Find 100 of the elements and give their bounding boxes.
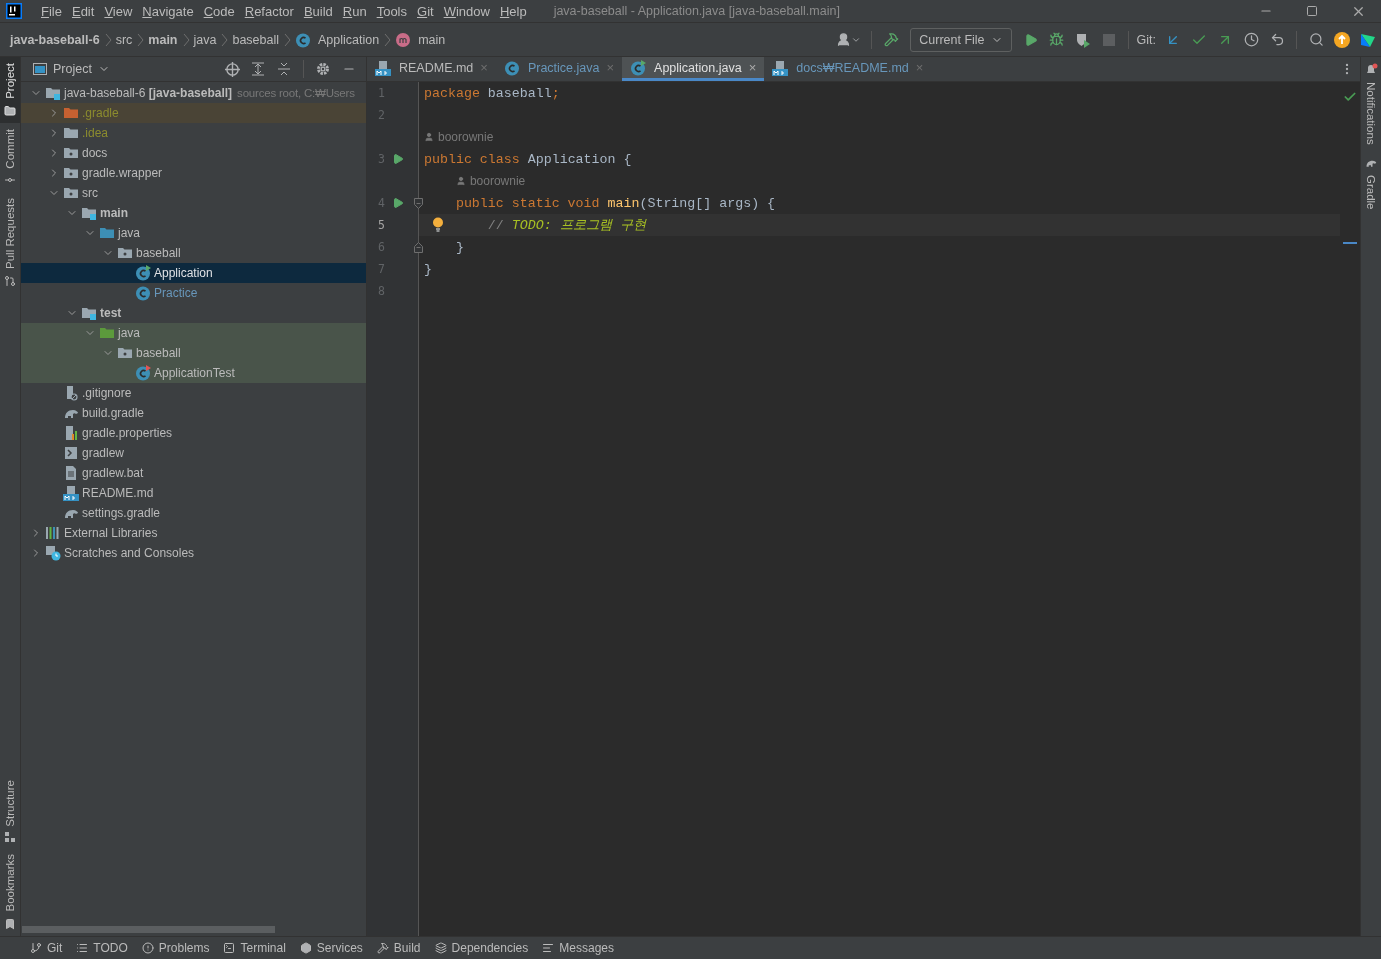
toolbox-logo xyxy=(1360,31,1376,48)
package-folder-icon xyxy=(117,345,133,361)
menu-item[interactable]: Code xyxy=(198,3,240,19)
menu-item[interactable]: Help xyxy=(494,3,532,19)
tree-item[interactable]: .idea xyxy=(21,123,366,143)
breadcrumb[interactable]: main xyxy=(148,32,178,47)
tool-window-button[interactable]: Messages xyxy=(538,937,624,959)
tool-window-button[interactable]: Terminal xyxy=(219,937,296,959)
markdown-file-icon xyxy=(772,59,789,76)
structure-icon xyxy=(5,832,15,843)
editor-tab[interactable]: README.md × xyxy=(367,57,496,81)
tree-item[interactable]: build.gradle xyxy=(21,403,366,423)
tree-item[interactable]: Practice xyxy=(21,283,366,303)
menu-item[interactable]: View xyxy=(99,3,138,19)
alert-icon xyxy=(141,942,154,954)
menu-item[interactable]: Run xyxy=(337,3,372,19)
tool-window-tab[interactable]: Bookmarks xyxy=(0,848,20,936)
horizontal-scrollbar[interactable] xyxy=(22,926,275,933)
no-problems-icon[interactable] xyxy=(1343,90,1357,104)
class-icon xyxy=(135,365,151,381)
author-hint[interactable]: boorownie xyxy=(455,174,526,188)
run-icon[interactable] xyxy=(392,153,404,165)
code-line: } xyxy=(455,239,464,255)
tool-window-button[interactable]: Dependencies xyxy=(430,937,539,959)
tree-item[interactable]: README.md xyxy=(21,483,366,503)
menu-item[interactable]: File xyxy=(36,3,67,19)
menu-item[interactable]: Refactor xyxy=(239,3,299,19)
package-folder-icon xyxy=(63,145,79,161)
editor-tab[interactable]: Practice.java × xyxy=(495,57,623,81)
tree-item[interactable]: gradle.properties xyxy=(21,423,366,443)
tree-item[interactable]: java xyxy=(21,223,366,243)
run-icon[interactable] xyxy=(392,197,404,209)
class-icon xyxy=(135,285,151,301)
breadcrumb[interactable]: Application xyxy=(295,31,380,48)
menu-item[interactable]: Build xyxy=(298,3,338,19)
chevron-separator-icon xyxy=(136,32,145,47)
tool-window-tab[interactable]: Gradle xyxy=(1361,150,1381,216)
menu-item[interactable]: Navigate xyxy=(137,3,199,19)
menu-item[interactable]: Git xyxy=(412,3,439,19)
tool-window-tab[interactable]: Project xyxy=(0,57,20,123)
code-line: } xyxy=(424,261,432,277)
fold-icon[interactable] xyxy=(414,197,423,209)
breadcrumb[interactable]: java xyxy=(193,32,217,47)
tool-window-button[interactable]: Build xyxy=(372,937,431,959)
tree-item[interactable]: gradle.wrapper xyxy=(21,163,366,183)
tool-window-tab[interactable]: Notifications xyxy=(1361,57,1381,151)
class-icon xyxy=(630,59,647,76)
pull-request-icon xyxy=(4,275,16,288)
folder-icon xyxy=(99,325,115,341)
tree-item[interactable]: baseball xyxy=(21,343,366,363)
tree-item[interactable]: External Libraries xyxy=(21,523,366,543)
chevron-separator-icon xyxy=(283,32,291,47)
collapse-all-icon xyxy=(277,62,291,76)
path-hint: sources root, C:₩Users xyxy=(237,87,355,99)
lightbulb-icon[interactable] xyxy=(432,217,444,232)
tree-item[interactable]: Scratches and Consoles xyxy=(21,543,366,563)
tree-item[interactable]: java-baseball-6 [java-baseball] sources root, C:₩Users xyxy=(21,83,366,103)
author-hint[interactable]: boorownie xyxy=(424,130,494,144)
tree-item[interactable]: .gitignore xyxy=(21,383,366,403)
bug-icon xyxy=(1049,32,1065,47)
tree-item[interactable]: settings.gradle xyxy=(21,503,366,523)
close-tab-button[interactable]: × xyxy=(746,60,759,75)
tool-window-tab[interactable]: Commit xyxy=(0,122,20,193)
tree-item[interactable]: ApplicationTest xyxy=(21,363,366,383)
project-view-dropdown[interactable]: Project xyxy=(33,62,110,76)
folder-icon xyxy=(4,104,16,117)
tool-window-tab[interactable]: Structure xyxy=(0,773,20,849)
folder-icon xyxy=(63,125,79,141)
menu-item[interactable]: Edit xyxy=(66,3,100,19)
run-config-dropdown[interactable]: Current File xyxy=(910,27,1012,52)
breadcrumb[interactable]: java-baseball-6 xyxy=(10,32,100,47)
tool-window-button[interactable]: TODO xyxy=(72,937,138,959)
breadcrumb[interactable]: baseball xyxy=(232,32,279,47)
tool-window-tab[interactable]: Pull Requests xyxy=(0,192,20,294)
properties-file-icon xyxy=(63,425,79,441)
tree-item[interactable]: docs xyxy=(21,143,366,163)
chevron-separator-icon xyxy=(181,32,190,47)
tree-item[interactable]: java xyxy=(21,323,366,343)
tree-item[interactable]: main xyxy=(21,203,366,223)
branch-icon xyxy=(30,942,42,954)
tool-window-button[interactable]: Problems xyxy=(137,937,220,959)
fold-icon[interactable] xyxy=(414,241,423,253)
hammer-icon xyxy=(883,32,899,47)
menu-item[interactable]: Window xyxy=(438,3,495,19)
tree-item[interactable]: baseball xyxy=(21,243,366,263)
tree-item[interactable]: test xyxy=(21,303,366,323)
menu-item[interactable]: Tools xyxy=(371,3,412,19)
tool-window-button[interactable]: Git xyxy=(26,937,73,959)
editor-tab[interactable]: Application.java × xyxy=(622,57,765,81)
window-title: java-baseball - Application.java [java-baseball.main] xyxy=(553,4,841,18)
tree-item[interactable]: src xyxy=(21,183,366,203)
tree-item[interactable]: gradlew.bat xyxy=(21,463,366,483)
tree-item[interactable]: Application xyxy=(21,263,366,283)
breadcrumb[interactable]: src xyxy=(115,32,133,47)
chevron-separator-icon xyxy=(383,32,392,47)
tool-window-button[interactable]: Services xyxy=(295,937,373,959)
editor-tab[interactable]: docs₩README.md × xyxy=(764,57,932,81)
code-line: package baseball; xyxy=(424,85,560,101)
tree-item[interactable]: gradlew xyxy=(21,443,366,463)
breadcrumb[interactable]: main xyxy=(395,31,446,48)
